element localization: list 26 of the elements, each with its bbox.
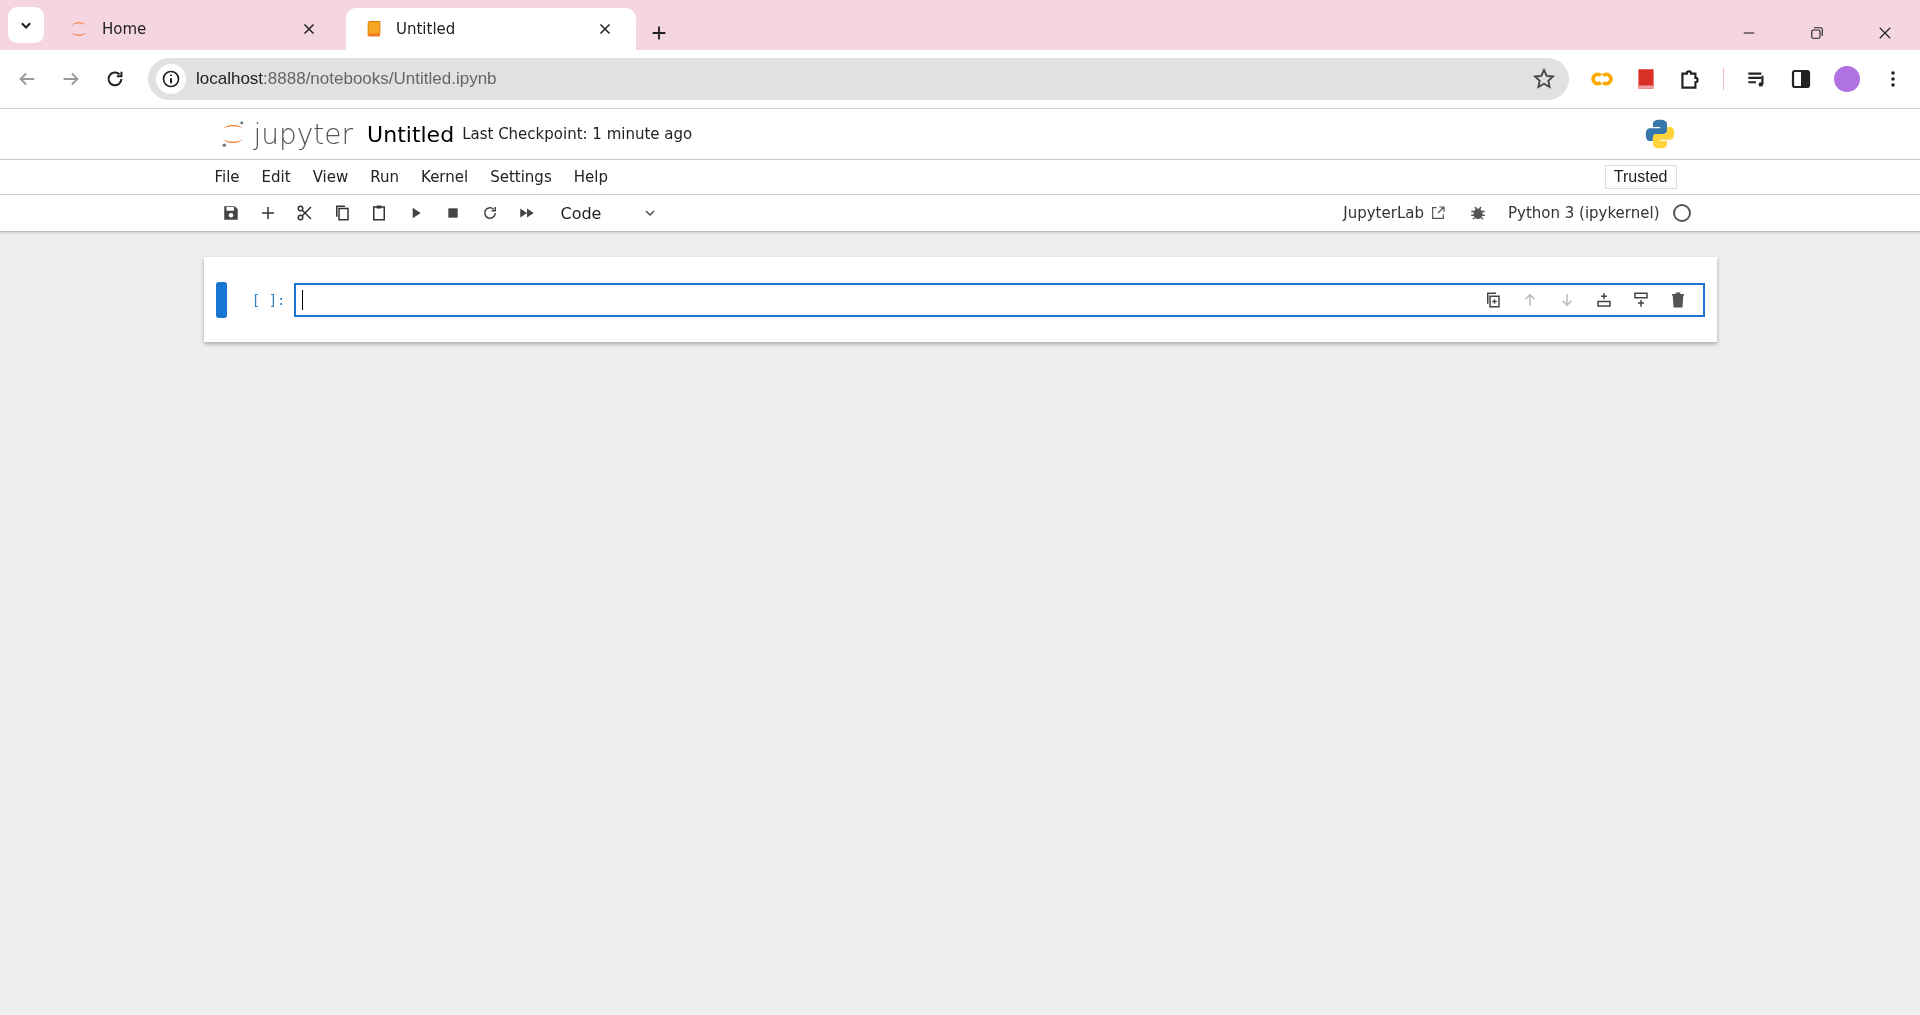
menu-item[interactable]: View (301, 164, 360, 190)
menu-item[interactable]: File (203, 164, 251, 190)
menu-item[interactable]: Settings (479, 164, 563, 190)
notebook-cell[interactable]: [ ]: (203, 257, 1717, 342)
address-bar[interactable]: localhost:8888/notebooks/Untitled.ipynb (148, 58, 1569, 100)
trusted-button[interactable]: Trusted (1604, 165, 1677, 189)
menu-item[interactable]: Edit (250, 164, 302, 190)
text-cursor (301, 290, 303, 310)
cell-prompt: [ ]: (250, 292, 287, 308)
profile-avatar[interactable] (1834, 66, 1860, 92)
code-input-field[interactable] (293, 283, 1705, 317)
site-info-icon[interactable] (156, 64, 186, 94)
cell-type-dropdown[interactable]: Code (550, 199, 666, 227)
menu-item[interactable]: Kernel (410, 164, 480, 190)
menu-item[interactable]: Run (359, 164, 411, 190)
menu-item[interactable]: Help (562, 164, 619, 190)
url-text: localhost:8888/notebooks/Untitled.ipynb (196, 69, 498, 89)
external-link-icon (1429, 205, 1446, 221)
browser-tab[interactable]: Untitled (346, 8, 636, 50)
tab-list-caret-icon[interactable] (8, 7, 44, 43)
notebook-title[interactable]: Untitled (367, 121, 455, 147)
jupyterlab-link[interactable]: JupyterLab (1343, 204, 1446, 222)
checkpoint-status: Last Checkpoint: 1 minute ago (462, 125, 693, 143)
browser-tab[interactable]: Home (50, 8, 340, 50)
kernel-name[interactable]: Python 3 (ipykernel) (1507, 204, 1660, 222)
jupyter-wordmark: jupyter (253, 117, 354, 151)
